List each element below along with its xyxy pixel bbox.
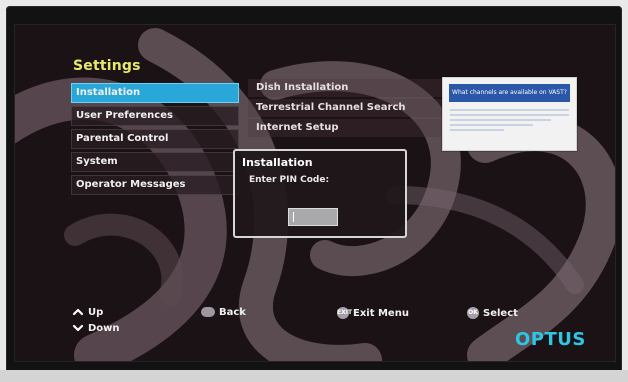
back-button-icon [201,307,215,317]
menu-item-label: Operator Messages [76,179,186,190]
hint-back-label: Back [219,307,246,318]
text-line [450,119,552,121]
menu-item-label: System [76,156,118,167]
hint-exit-menu-label: Exit Menu [353,308,409,319]
submenu-item-dish-installation[interactable]: Dish Installation [248,79,448,97]
exit-button-icon: EXIT [337,307,352,319]
hint-up: Up [72,306,103,318]
dialog-title: Installation [242,156,313,169]
pin-dialog: Installation Enter PIN Code: [233,149,407,238]
pin-prompt: Enter PIN Code: [249,175,330,185]
info-card: What channels are available on VAST? [442,77,577,151]
hint-select-label: Select [483,308,518,319]
menu-item-label: Parental Control [76,133,169,144]
info-card-heading: What channels are available on VAST? [449,84,570,102]
tv-stand-surface [0,370,628,382]
menu-item-user-preferences[interactable]: User Preferences [71,106,239,126]
text-line [450,109,569,111]
settings-menu: Installation User Preferences Parental C… [71,83,239,198]
optus-logo: OPTUS [515,329,586,350]
tv-screen: Settings Installation User Preferences P… [14,24,616,362]
hint-exit-menu: EXITExit Menu [337,307,409,319]
menu-item-operator-messages[interactable]: Operator Messages [71,175,239,195]
menu-item-system[interactable]: System [71,152,239,172]
text-line [450,124,534,126]
tv-bezel: Settings Installation User Preferences P… [6,6,622,376]
submenu-item-terrestrial-channel-search[interactable]: Terrestrial Channel Search [248,99,448,117]
hint-down: Down [72,322,120,334]
menu-item-installation[interactable]: Installation [71,83,239,103]
hint-up-label: Up [88,307,104,318]
menu-item-parental-control[interactable]: Parental Control [71,129,239,149]
menu-item-label: User Preferences [76,110,173,121]
text-caret [293,212,294,222]
menu-item-label: Installation [76,87,141,98]
chevron-up-icon [72,308,84,316]
hint-select: OK Select [467,307,518,319]
submenu-item-label: Dish Installation [256,82,349,93]
hint-back: Back [201,307,246,318]
ok-button-icon: OK [467,307,479,319]
pin-input[interactable] [288,208,338,226]
hint-down-label: Down [88,323,120,334]
submenu-item-label: Terrestrial Channel Search [256,102,406,113]
page-title: Settings [73,58,141,74]
info-card-body [450,106,569,134]
submenu-item-internet-setup[interactable]: Internet Setup [248,119,448,137]
text-line [450,129,504,131]
installation-submenu: Dish Installation Terrestrial Channel Se… [248,79,448,137]
chevron-down-icon [72,324,84,332]
submenu-item-label: Internet Setup [256,122,339,133]
text-line [450,114,569,116]
